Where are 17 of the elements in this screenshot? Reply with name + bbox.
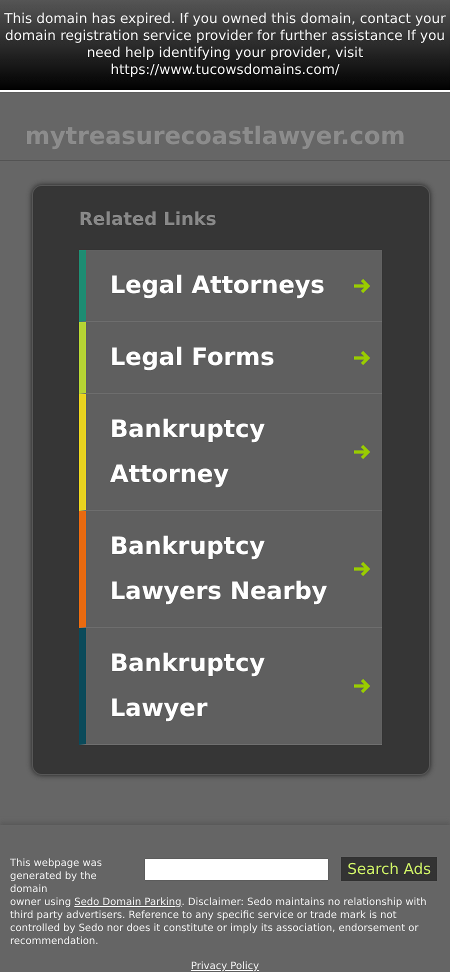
- expired-notice: This domain has expired. If you owned this domain, contact your domain registration service provider for further assistance If you need help identifying your provider, visit https://www.tucowsdomains.com/: [3, 10, 447, 79]
- sedo-parking-link[interactable]: Sedo Domain Parking: [74, 897, 182, 908]
- related-link[interactable]: Bankruptcy Lawyers Nearby: [79, 511, 382, 628]
- search-field[interactable]: [145, 858, 328, 880]
- arrow-right-icon: [352, 276, 372, 294]
- arrow-right-icon: [352, 560, 372, 578]
- disclaimer-text: owner using Sedo Domain Parking. Disclaimer: Sedo maintains no relationship with third party advertisers. Reference to any specific service or trade mark is not controlled by Sedo nor does it constitute or imply its association, endorsement or recommendation.: [10, 896, 428, 948]
- related-links-title: Related Links: [79, 210, 216, 230]
- search-ads-button[interactable]: Search Ads: [341, 857, 437, 881]
- related-link[interactable]: Legal Attorneys: [79, 250, 382, 322]
- related-link[interactable]: Bankruptcy Attorney: [79, 394, 382, 511]
- arrow-right-icon: [352, 677, 372, 695]
- arrow-right-icon: [352, 348, 372, 366]
- privacy-policy-link[interactable]: Privacy Policy: [190, 961, 260, 972]
- arrow-right-icon: [352, 443, 372, 461]
- related-link[interactable]: Legal Forms: [79, 322, 382, 394]
- related-link[interactable]: Bankruptcy Lawyer: [79, 628, 382, 745]
